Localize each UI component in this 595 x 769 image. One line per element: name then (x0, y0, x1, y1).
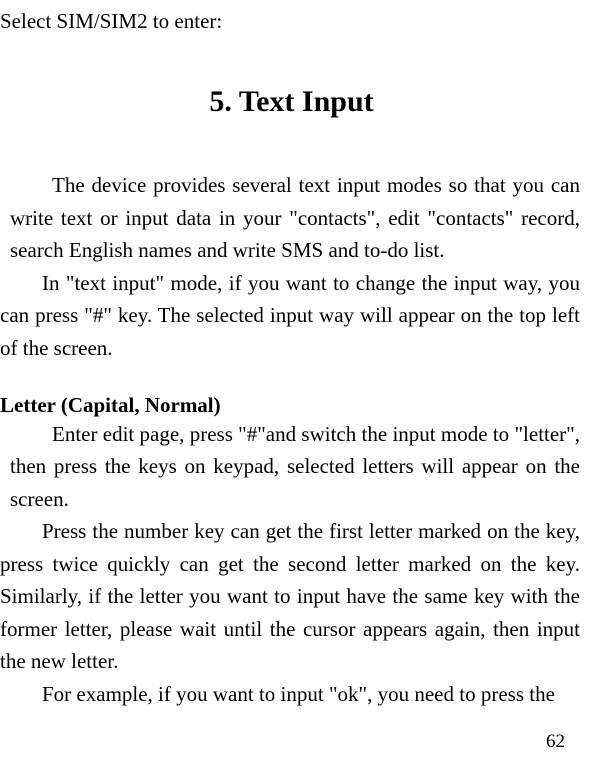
paragraph-1: The device provides several text input m… (0, 169, 583, 267)
section-heading-letter: Letter (Capital, Normal) (0, 393, 583, 418)
page-number: 62 (546, 731, 565, 753)
top-instruction-line: Select SIM/SIM2 to enter: (0, 8, 583, 35)
paragraph-2: In "text input" mode, if you want to cha… (0, 267, 583, 365)
chapter-heading: 5. Text Input (0, 85, 583, 119)
paragraph-3: Enter edit page, press "#"and switch the… (0, 418, 583, 516)
paragraph-4: Press the number key can get the first l… (0, 515, 583, 678)
paragraph-5: For example, if you want to input "ok", … (0, 678, 583, 711)
page-content: Select SIM/SIM2 to enter: 5. Text Input … (0, 8, 583, 761)
